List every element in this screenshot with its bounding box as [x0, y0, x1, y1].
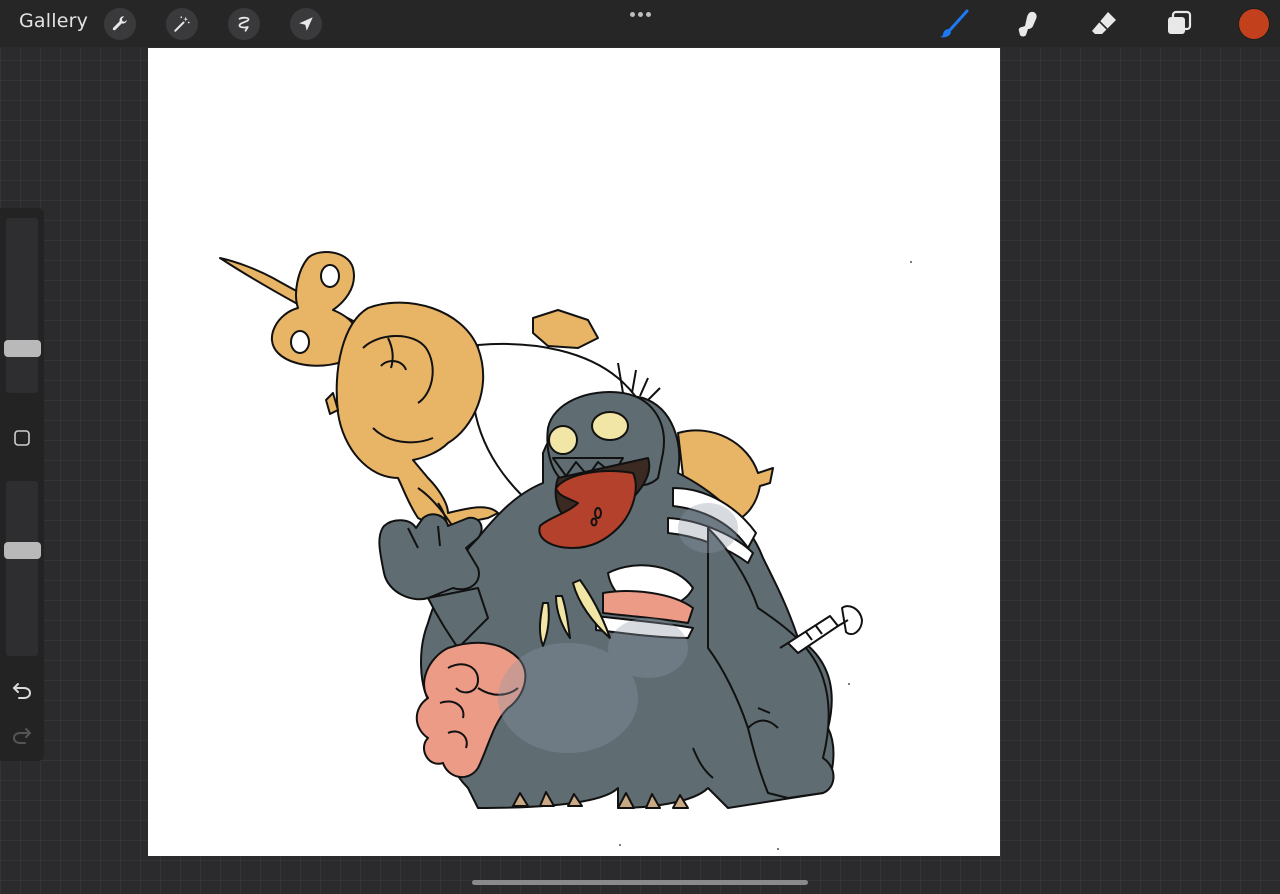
- opacity-thumb[interactable]: [4, 542, 41, 559]
- square-icon: [14, 430, 30, 446]
- opacity-slider[interactable]: [4, 481, 41, 656]
- selection-icon: [238, 16, 250, 32]
- smudge-icon: [1018, 11, 1037, 37]
- layers-icon: [1168, 10, 1192, 34]
- home-indicator[interactable]: [472, 880, 808, 885]
- gallery-button[interactable]: Gallery: [19, 10, 88, 32]
- selection-button[interactable]: [228, 8, 260, 40]
- drawing-canvas[interactable]: [148, 48, 1000, 856]
- transform-button[interactable]: [290, 8, 322, 40]
- brush-size-slider[interactable]: [4, 218, 41, 393]
- eraser-icon: [1092, 12, 1116, 34]
- undo-icon: [13, 683, 32, 699]
- brush-icon: [940, 9, 969, 38]
- redo-button[interactable]: [10, 724, 34, 746]
- left-sidebar: [0, 208, 44, 761]
- color-picker-button[interactable]: [1239, 9, 1269, 39]
- dot-icon: [629, 11, 635, 17]
- undo-button[interactable]: [10, 679, 34, 701]
- adjustments-button[interactable]: [166, 8, 198, 40]
- brush-tool-button[interactable]: [936, 6, 972, 42]
- top-toolbar: Gallery: [0, 0, 1280, 47]
- eraser-tool-button[interactable]: [1086, 6, 1122, 42]
- transform-arrow-icon: [299, 17, 313, 31]
- modify-button[interactable]: [12, 428, 32, 448]
- magic-wand-icon: [174, 16, 190, 32]
- smudge-tool-button[interactable]: [1011, 6, 1047, 42]
- more-options-button[interactable]: [622, 4, 658, 24]
- redo-icon: [12, 728, 31, 744]
- dot-icon: [645, 11, 651, 17]
- layers-button[interactable]: [1161, 6, 1197, 42]
- brush-size-thumb[interactable]: [4, 340, 41, 357]
- dot-icon: [637, 11, 643, 17]
- wrench-icon: [112, 16, 128, 31]
- monster-illustration: [219, 251, 912, 850]
- actions-button[interactable]: [104, 8, 136, 40]
